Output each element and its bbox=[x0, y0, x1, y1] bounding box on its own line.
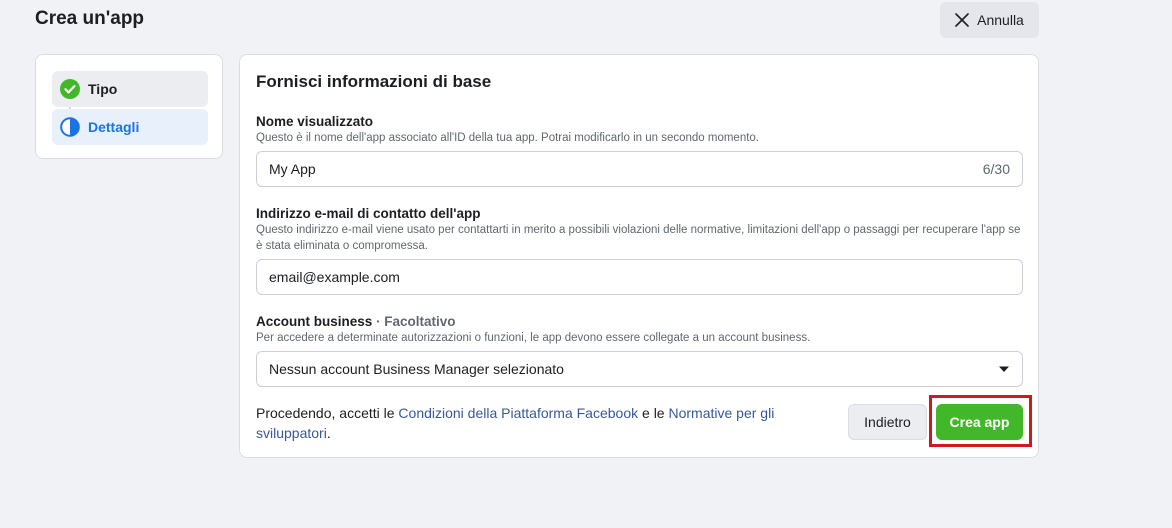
terms-prefix: Procedendo, accetti le bbox=[256, 405, 399, 421]
check-circle-icon bbox=[60, 79, 80, 99]
terms-middle: e le bbox=[638, 405, 669, 421]
display-name-input[interactable]: My App 6/30 bbox=[256, 151, 1023, 187]
create-app-button-label: Crea app bbox=[949, 414, 1010, 430]
contact-email-input[interactable]: email@example.com bbox=[256, 259, 1023, 295]
business-account-selected: Nessun account Business Manager selezion… bbox=[269, 361, 564, 377]
back-button[interactable]: Indietro bbox=[848, 404, 927, 440]
business-account-label: Account business · Facoltativo bbox=[256, 314, 456, 329]
terms-suffix: . bbox=[326, 425, 331, 441]
back-button-label: Indietro bbox=[864, 414, 911, 430]
steps-panel: Tipo Dettagli bbox=[35, 54, 223, 159]
business-account-select[interactable]: Nessun account Business Manager selezion… bbox=[256, 351, 1023, 387]
display-name-help: Questo è il nome dell'app associato all'… bbox=[256, 132, 760, 144]
form-title: Fornisci informazioni di base bbox=[256, 72, 492, 91]
business-account-label-text: Account business bbox=[256, 314, 373, 329]
business-account-help: Per accedere a determinate autorizzazion… bbox=[256, 332, 811, 344]
step-label: Tipo bbox=[88, 81, 118, 97]
half-circle-icon bbox=[60, 117, 80, 137]
display-name-value: My App bbox=[269, 161, 316, 177]
terms-text: Procedendo, accetti le Condizioni della … bbox=[256, 403, 816, 443]
display-name-label: Nome visualizzato bbox=[256, 114, 374, 129]
cancel-button-label: Annulla bbox=[977, 12, 1024, 28]
platform-terms-link[interactable]: Condizioni della Piattaforma Facebook bbox=[398, 405, 638, 421]
create-app-button[interactable]: Crea app bbox=[936, 404, 1023, 440]
character-counter: 6/30 bbox=[982, 161, 1010, 177]
contact-email-label: Indirizzo e-mail di contatto dell'app bbox=[256, 206, 481, 221]
step-tipo[interactable]: Tipo bbox=[52, 71, 208, 107]
optional-tag: · Facoltativo bbox=[372, 314, 456, 329]
contact-email-value: email@example.com bbox=[269, 269, 400, 285]
page-title: Crea un'app bbox=[35, 8, 145, 29]
cancel-button[interactable]: Annulla bbox=[940, 2, 1039, 38]
step-dettagli[interactable]: Dettagli bbox=[52, 109, 208, 145]
form-card: Fornisci informazioni di base Nome visua… bbox=[239, 54, 1039, 458]
contact-email-help: Questo indirizzo e-mail viene usato per … bbox=[256, 224, 1021, 252]
close-icon bbox=[955, 13, 969, 27]
caret-down-icon bbox=[998, 363, 1010, 375]
step-label: Dettagli bbox=[88, 119, 140, 135]
